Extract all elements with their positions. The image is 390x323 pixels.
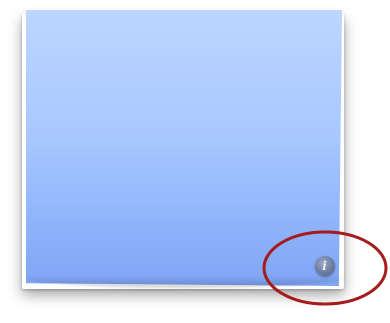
info-icon: i (322, 259, 327, 273)
screenshot-stage: i (0, 0, 390, 323)
info-button[interactable]: i (315, 256, 335, 276)
widget-front-panel (26, 10, 342, 286)
